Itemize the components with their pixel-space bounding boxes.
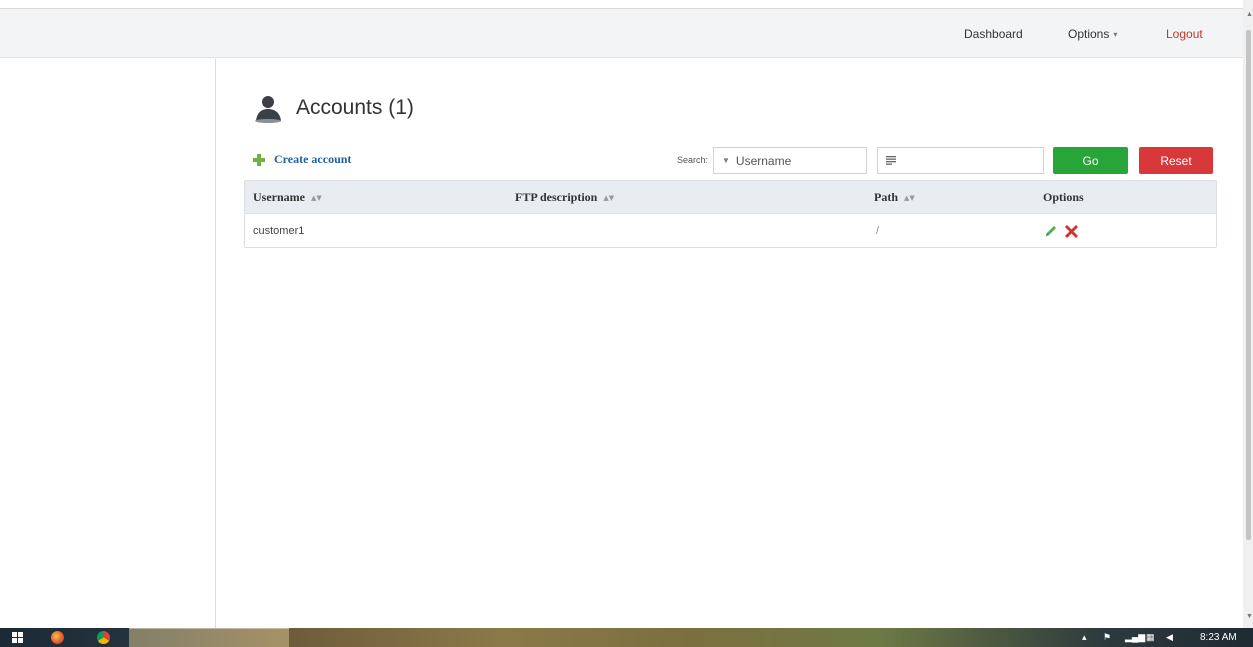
flag-icon[interactable]: ⚑ bbox=[1103, 628, 1111, 647]
reset-button[interactable]: Reset bbox=[1139, 147, 1213, 174]
nav-dashboard-link[interactable]: Dashboard bbox=[964, 9, 1023, 59]
search-field-select[interactable]: ▼ Username bbox=[713, 147, 867, 174]
cell-options bbox=[1045, 214, 1078, 248]
sort-icon[interactable]: ▲▼ bbox=[603, 194, 614, 202]
clock[interactable]: 8:23 AM bbox=[1200, 628, 1237, 647]
sidebar bbox=[0, 59, 216, 628]
column-header-label: Username bbox=[253, 190, 305, 204]
search-field-selected: Username bbox=[735, 153, 792, 168]
column-header-path[interactable]: Path ▲▼ bbox=[874, 181, 915, 214]
scrollbar-thumb[interactable] bbox=[1246, 30, 1251, 540]
column-header-label: Options bbox=[1043, 190, 1084, 204]
column-header-username[interactable]: Username ▲▼ bbox=[253, 181, 322, 214]
plus-icon bbox=[253, 153, 265, 166]
signal-icon[interactable]: ▂▄▆ bbox=[1125, 628, 1145, 647]
sort-icon[interactable]: ▲▼ bbox=[904, 194, 915, 202]
nav-logout-link[interactable]: Logout bbox=[1166, 9, 1203, 59]
caret-down-icon: ▼ bbox=[722, 156, 730, 165]
windows-start-icon[interactable] bbox=[12, 632, 23, 643]
column-header-label: FTP description bbox=[515, 190, 598, 204]
go-button[interactable]: Go bbox=[1053, 147, 1128, 174]
table-row: customer1 / bbox=[245, 214, 1216, 248]
tray-chevron-up-icon[interactable]: ▴ bbox=[1082, 628, 1087, 647]
text-lines-icon bbox=[886, 156, 896, 165]
firefox-icon[interactable] bbox=[51, 631, 64, 644]
user-icon bbox=[255, 96, 281, 123]
cell-username: customer1 bbox=[253, 225, 305, 237]
edit-pencil-icon[interactable] bbox=[1045, 225, 1057, 237]
nav-options-label: Options bbox=[1068, 27, 1110, 41]
network-icon[interactable]: ▦ bbox=[1146, 628, 1155, 647]
column-header-label: Path bbox=[874, 190, 898, 204]
cell-path: / bbox=[876, 225, 880, 237]
search-label: Search: bbox=[677, 155, 709, 165]
scroll-down-icon[interactable]: ▼ bbox=[1246, 613, 1253, 620]
sort-icon[interactable]: ▲▼ bbox=[311, 194, 322, 202]
column-header-options: Options bbox=[1043, 181, 1084, 214]
scroll-up-icon[interactable]: ▲ bbox=[1246, 11, 1253, 18]
page-title: Accounts (1) bbox=[296, 96, 414, 119]
create-account-label: Create account bbox=[274, 152, 352, 166]
delete-x-icon[interactable] bbox=[1065, 224, 1078, 238]
top-navbar: Dashboard Options ▾ Logout bbox=[0, 8, 1243, 58]
search-input[interactable] bbox=[877, 147, 1044, 174]
accounts-table: Username ▲▼ FTP description ▲▼ Path ▲▼ O… bbox=[244, 180, 1217, 248]
nav-options-dropdown[interactable]: Options ▾ bbox=[1068, 9, 1117, 59]
volume-icon[interactable]: ◀ bbox=[1166, 628, 1173, 647]
chrome-icon[interactable] bbox=[97, 631, 110, 644]
taskbar: ▴ ⚑ ▂▄▆ ▦ ◀ 8:23 AM bbox=[0, 628, 1253, 647]
taskbar-active-window[interactable] bbox=[129, 628, 289, 647]
create-account-link[interactable]: Create account bbox=[253, 152, 351, 167]
chevron-down-icon: ▾ bbox=[1113, 29, 1118, 39]
page-heading: Accounts (1) bbox=[254, 92, 414, 124]
table-header: Username ▲▼ FTP description ▲▼ Path ▲▼ O… bbox=[245, 181, 1216, 214]
column-header-ftp-description[interactable]: FTP description ▲▼ bbox=[515, 181, 614, 214]
